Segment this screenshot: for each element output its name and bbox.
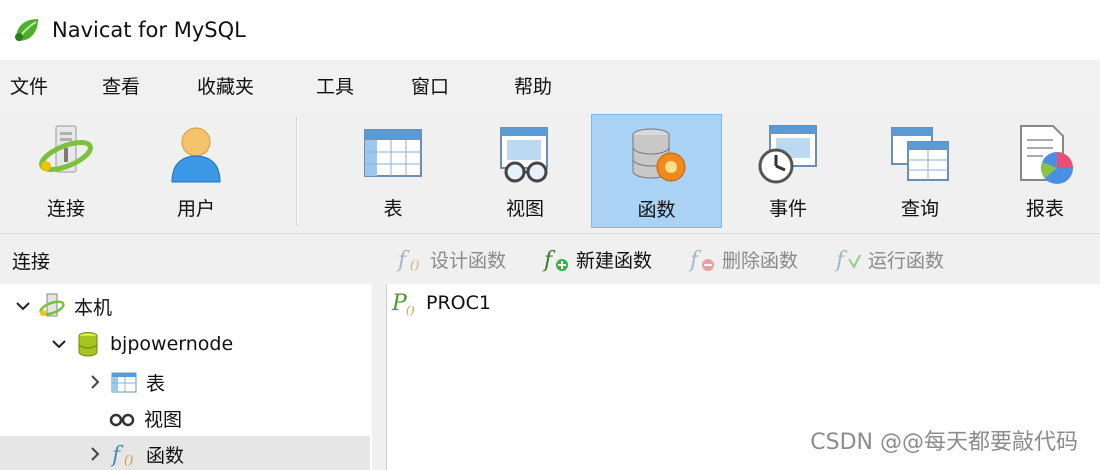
toolbar-event-label: 事件	[768, 198, 807, 220]
svg-text:f: f	[688, 248, 702, 273]
toolbar-view-button[interactable]: 视图	[462, 114, 588, 228]
run-function-icon: f	[834, 248, 861, 273]
function-icon: f ()	[110, 443, 134, 468]
tree-item-label: 函数	[146, 444, 185, 467]
design-function-button[interactable]: f () 设计函数	[396, 245, 506, 273]
watermark: CSDN @@每天都要敲代码	[810, 430, 1078, 455]
delete-function-button[interactable]: f 删除函数	[688, 245, 798, 273]
server-connection-icon	[39, 293, 65, 317]
toolbar-event-button[interactable]: 事件	[726, 114, 850, 228]
connection-tree: 本机 bjpowernode 表 视图 f () 函数	[0, 284, 376, 470]
chevron-down-icon[interactable]	[50, 335, 68, 353]
toolbar-view-label: 视图	[505, 198, 544, 220]
new-function-icon: f	[542, 248, 568, 273]
function-icon	[632, 128, 685, 182]
toolbar-connection-label: 连接	[46, 198, 85, 220]
tree-item-database[interactable]: bjpowernode	[50, 326, 370, 362]
tree-item-label: bjpowernode	[110, 333, 234, 355]
toolbar-query-label: 查询	[900, 198, 939, 220]
toolbar-user-button[interactable]: 用户	[136, 114, 256, 228]
toolbar-report-button[interactable]: 报表	[990, 114, 1100, 228]
toolbar-function-button[interactable]: 函数	[591, 114, 722, 228]
delete-function-icon: f	[688, 248, 714, 273]
run-function-button[interactable]: f 运行函数	[834, 245, 944, 273]
view-icon	[109, 413, 135, 427]
main-toolbar: 连接 用户 表 视图 函数 事件 查询 报表	[0, 108, 1100, 234]
svg-text:(): ()	[406, 304, 415, 317]
menu-file[interactable]: 文件	[10, 72, 48, 99]
tree-item-label: 本机	[74, 296, 113, 319]
connection-icon	[39, 125, 93, 173]
svg-text:f: f	[396, 248, 410, 273]
design-function-icon: f ()	[396, 248, 420, 273]
svg-text:(): ()	[410, 258, 420, 272]
view-icon	[500, 127, 548, 183]
table-icon	[111, 372, 137, 393]
table-icon	[364, 129, 422, 177]
title-bar: Navicat for MySQL	[0, 0, 1100, 60]
tree-item-functions[interactable]: f () 函数	[0, 436, 370, 470]
menu-favorites[interactable]: 收藏夹	[197, 72, 254, 99]
svg-text:f: f	[834, 248, 848, 273]
svg-text:f: f	[110, 443, 124, 468]
toolbar-function-label: 函数	[637, 199, 676, 221]
toolbar-table-label: 表	[383, 198, 403, 220]
toolbar-separator	[296, 116, 298, 226]
toolbar-table-button[interactable]: 表	[330, 114, 456, 228]
tree-item-label: 表	[146, 372, 166, 395]
tree-item-localhost[interactable]: 本机	[14, 288, 370, 324]
tree-item-label: 视图	[144, 408, 183, 431]
chevron-down-icon[interactable]	[14, 297, 32, 315]
chevron-right-icon[interactable]	[86, 373, 104, 391]
database-icon	[78, 332, 98, 357]
connection-pane-label: 连接	[12, 251, 51, 273]
chevron-right-icon[interactable]	[86, 445, 104, 463]
user-icon	[171, 127, 221, 183]
object-item-proc1[interactable]: P () PROC1	[386, 287, 491, 319]
svg-text:f: f	[542, 248, 556, 273]
object-item-label: PROC1	[426, 292, 491, 314]
svg-text:(): ()	[124, 453, 134, 467]
procedure-icon: P ()	[391, 291, 415, 317]
menu-tools[interactable]: 工具	[316, 72, 354, 99]
toolbar-report-label: 报表	[1025, 198, 1064, 220]
navicat-logo-icon	[15, 19, 38, 41]
new-function-button[interactable]: f 新建函数	[542, 245, 652, 273]
report-icon	[1020, 125, 1073, 184]
toolbar-query-button[interactable]: 查询	[858, 114, 982, 228]
query-icon	[891, 127, 949, 181]
tree-item-tables[interactable]: 表	[86, 364, 370, 400]
toolbar-user-label: 用户	[176, 198, 215, 220]
object-toolbar: 连接 f () 设计函数 f 新建函数 f 删除函数 f 运行函数	[0, 234, 1100, 284]
menu-bar: 文件 查看 收藏夹 工具 窗口 帮助	[0, 60, 1100, 108]
toolbar-connection-button[interactable]: 连接	[6, 114, 126, 228]
menu-view[interactable]: 查看	[102, 72, 140, 99]
tree-scrollbar[interactable]	[372, 284, 386, 470]
menu-window[interactable]: 窗口	[411, 72, 449, 99]
event-icon	[758, 125, 817, 184]
window-title: Navicat for MySQL	[52, 18, 246, 42]
tree-item-views[interactable]: 视图	[108, 400, 370, 436]
menu-help[interactable]: 帮助	[514, 72, 552, 99]
